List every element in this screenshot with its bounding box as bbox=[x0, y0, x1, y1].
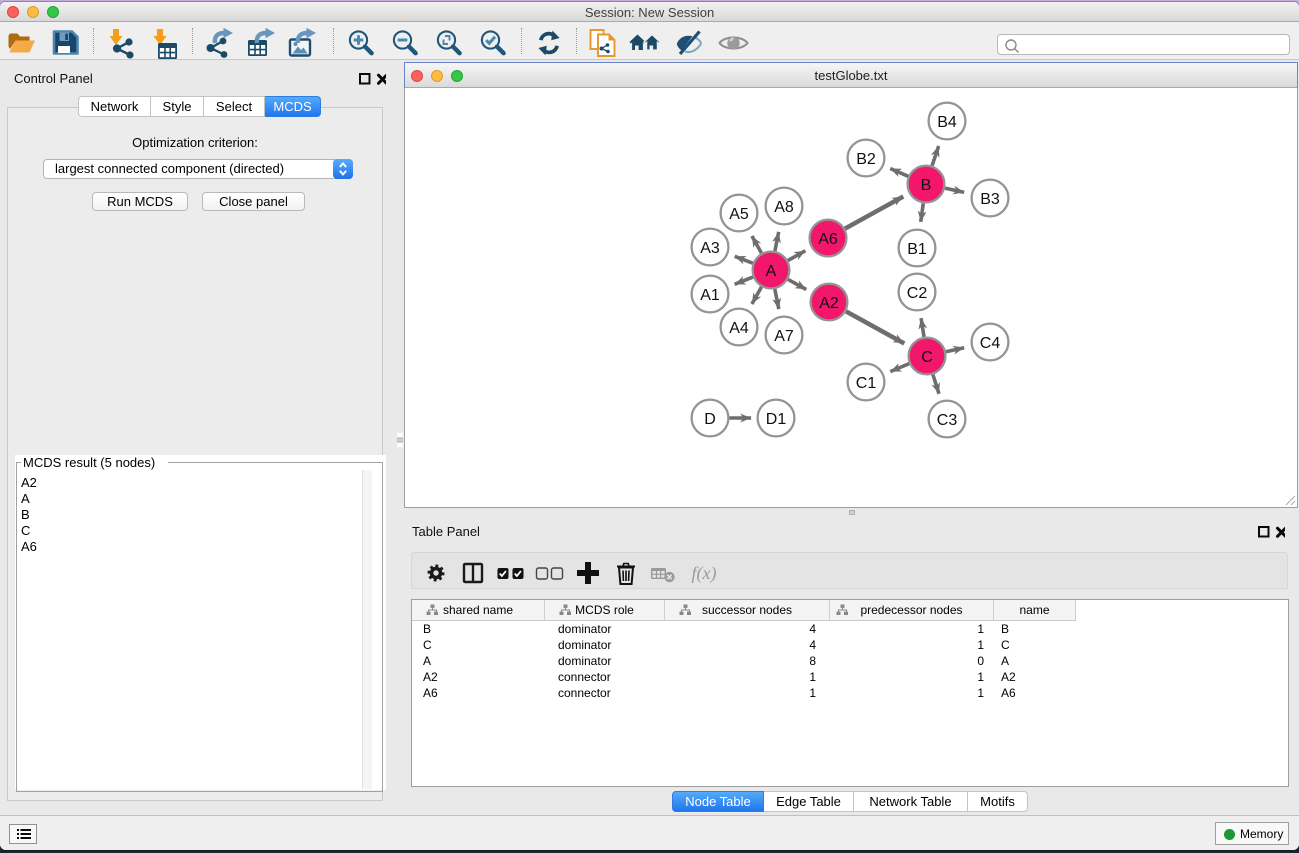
svg-text:D: D bbox=[704, 411, 716, 428]
svg-text:C3: C3 bbox=[937, 412, 958, 429]
svg-text:C4: C4 bbox=[980, 335, 1001, 352]
svg-text:B3: B3 bbox=[980, 191, 1000, 208]
svg-text:B4: B4 bbox=[937, 114, 957, 131]
svg-text:B: B bbox=[921, 177, 932, 194]
svg-text:A1: A1 bbox=[700, 287, 720, 304]
svg-text:A6: A6 bbox=[818, 231, 838, 248]
svg-text:C1: C1 bbox=[856, 375, 877, 392]
svg-text:A3: A3 bbox=[700, 240, 720, 257]
svg-text:A5: A5 bbox=[729, 206, 749, 223]
svg-text:C: C bbox=[921, 349, 933, 366]
svg-text:f(x): f(x) bbox=[692, 563, 717, 584]
svg-text:A7: A7 bbox=[774, 328, 794, 345]
svg-text:B2: B2 bbox=[856, 151, 876, 168]
svg-text:C2: C2 bbox=[907, 285, 928, 302]
svg-text:A: A bbox=[766, 263, 777, 280]
svg-text:A2: A2 bbox=[819, 295, 839, 312]
svg-text:D1: D1 bbox=[766, 411, 787, 428]
svg-text:A8: A8 bbox=[774, 199, 794, 216]
svg-text:B1: B1 bbox=[907, 241, 927, 258]
svg-text:A4: A4 bbox=[729, 320, 749, 337]
